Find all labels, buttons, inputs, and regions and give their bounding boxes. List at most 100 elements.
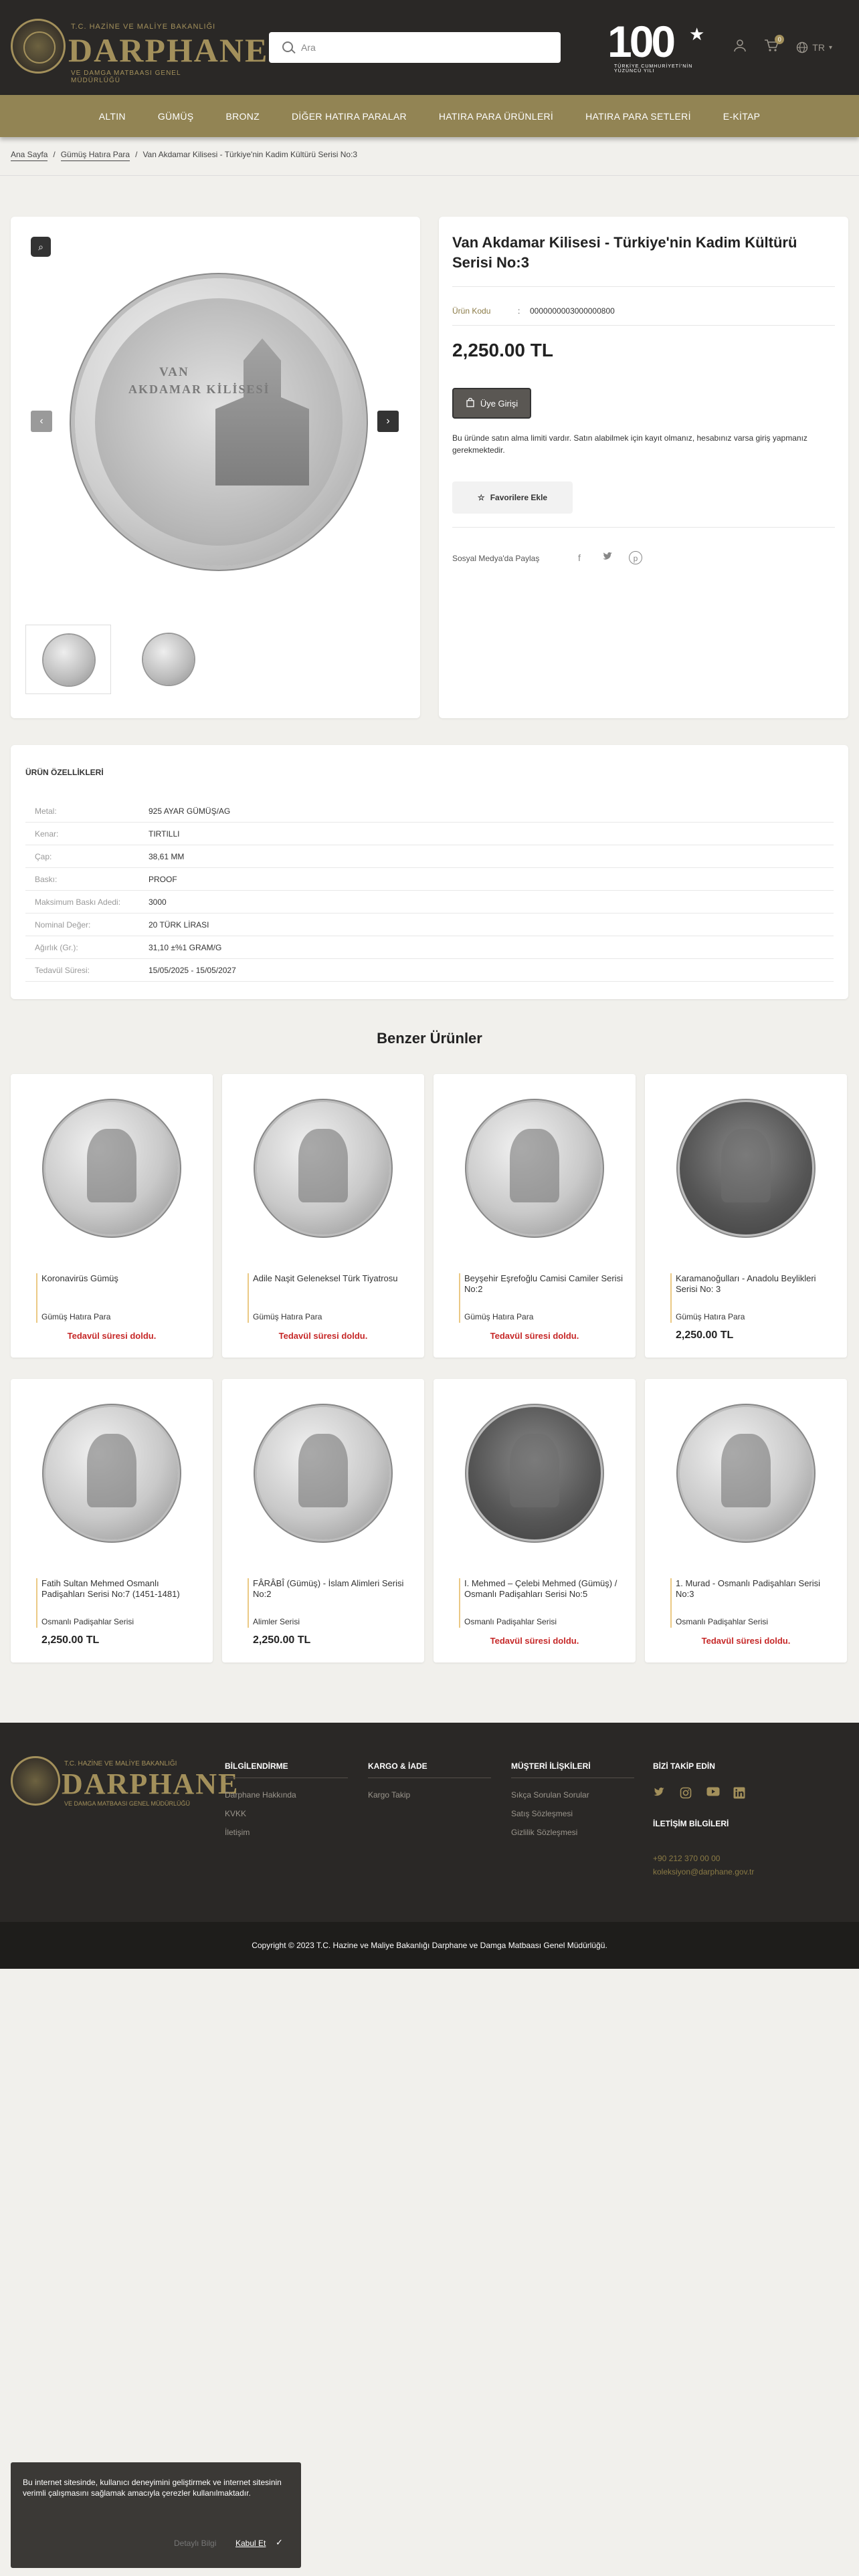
product-card[interactable]: I. Mehmed – Çelebi Mehmed (Gümüş) / Osma… bbox=[434, 1379, 636, 1662]
youtube-icon[interactable] bbox=[706, 1787, 720, 1799]
product-card[interactable]: Beyşehir Eşrefoğlu Camisi Camiler Serisi… bbox=[434, 1074, 636, 1358]
next-image-button[interactable]: › bbox=[377, 411, 399, 432]
product-card-category: Alimler Serisi bbox=[253, 1617, 300, 1626]
nav-item-diger-hatira-paralar[interactable]: DİĞER HATIRA PARALAR bbox=[276, 111, 423, 122]
product-gallery: ⌕ VAN AKDAMAR KİLİSESİ ‹ › bbox=[11, 217, 420, 718]
coin-engraving bbox=[298, 1129, 348, 1202]
product-card-name[interactable]: I. Mehmed – Çelebi Mehmed (Gümüş) / Osma… bbox=[464, 1578, 625, 1600]
prev-image-button[interactable]: ‹ bbox=[31, 411, 52, 432]
product-code-value: 0000000003000000800 bbox=[530, 306, 615, 316]
nav-item-bronz[interactable]: BRONZ bbox=[209, 111, 276, 122]
member-login-label: Üye Girişi bbox=[480, 398, 518, 409]
linkedin-icon[interactable] bbox=[733, 1787, 745, 1799]
product-card[interactable]: Koronavirüs Gümüş Gümüş Hatıra Para Teda… bbox=[11, 1074, 213, 1358]
twitter-icon[interactable] bbox=[601, 551, 614, 564]
footer-link-privacy[interactable]: Gizlilik Sözleşmesi bbox=[511, 1828, 634, 1837]
product-card-name[interactable]: 1. Murad - Osmanlı Padişahları Serisi No… bbox=[676, 1578, 836, 1600]
footer-link-kvkk[interactable]: KVKK bbox=[225, 1809, 348, 1818]
copyright: Copyright © 2023 T.C. Hazine ve Maliye B… bbox=[0, 1922, 859, 1969]
feature-value: 31,10 ±%1 GRAM/G bbox=[149, 942, 222, 952]
product-card[interactable]: Fatih Sultan Mehmed Osmanlı Padişahları … bbox=[11, 1379, 213, 1662]
nav-item-gumus[interactable]: GÜMÜŞ bbox=[142, 111, 210, 122]
footer-logo[interactable]: T.C. HAZİNE VE MALİYE BAKANLIĞI DARPHANE… bbox=[11, 1756, 237, 1810]
accent-bar bbox=[248, 1578, 249, 1628]
contact-phone[interactable]: +90 212 370 00 00 bbox=[653, 1854, 840, 1863]
nav-item-altin[interactable]: ALTIN bbox=[83, 111, 142, 122]
feature-key: Nominal Değer: bbox=[35, 920, 91, 930]
language-selector[interactable]: TR ▾ bbox=[796, 41, 832, 53]
site-header: T.C. HAZİNE VE MALİYE BAKANLIĞI DARPHANE… bbox=[0, 0, 859, 95]
product-card-name[interactable]: Beyşehir Eşrefoğlu Camisi Camiler Serisi… bbox=[464, 1273, 625, 1295]
breadcrumb-home[interactable]: Ana Sayfa bbox=[11, 150, 48, 161]
main-nav: ALTIN GÜMÜŞ BRONZ DİĞER HATIRA PARALAR H… bbox=[0, 95, 859, 137]
feature-key: Çap: bbox=[35, 851, 52, 861]
feature-value: 38,61 MM bbox=[149, 851, 185, 861]
product-card-image[interactable] bbox=[468, 1407, 601, 1539]
thumbnail-2[interactable] bbox=[126, 625, 211, 694]
product-main-image[interactable]: VAN AKDAMAR KİLİSESİ bbox=[75, 278, 363, 566]
product-card-image[interactable] bbox=[680, 1407, 812, 1539]
product-card[interactable]: Adile Naşit Geleneksel Türk Tiyatrosu Gü… bbox=[222, 1074, 424, 1358]
search-input[interactable] bbox=[301, 32, 555, 63]
cookie-accept-button[interactable]: Kabul Et bbox=[235, 2539, 266, 2548]
thumbnail-1[interactable] bbox=[25, 625, 111, 694]
contact-email[interactable]: koleksiyon@darphane.gov.tr bbox=[653, 1867, 840, 1876]
user-icon[interactable] bbox=[733, 39, 747, 56]
add-favorite-button[interactable]: ☆ Favorilere Ekle bbox=[452, 481, 573, 514]
footer-column-title: KARGO & İADE bbox=[368, 1761, 491, 1778]
product-card-name[interactable]: Adile Naşit Geleneksel Türk Tiyatrosu bbox=[253, 1273, 413, 1284]
twitter-icon[interactable] bbox=[653, 1787, 665, 1799]
product-card-image[interactable] bbox=[680, 1102, 812, 1235]
nav-item-hatira-para-setleri[interactable]: HATIRA PARA SETLERİ bbox=[569, 111, 707, 122]
zoom-icon[interactable]: ⌕ bbox=[31, 237, 51, 257]
cart-icon[interactable]: 0 bbox=[764, 35, 785, 56]
product-card-name[interactable]: FÂRÂBÎ (Gümüş) - İslam Alimleri Serisi N… bbox=[253, 1578, 413, 1600]
thumbnail-image bbox=[143, 634, 194, 685]
product-card-image[interactable] bbox=[45, 1102, 178, 1235]
coin-engraving bbox=[298, 1434, 348, 1507]
footer-link-faq[interactable]: Sıkça Sorulan Sorular bbox=[511, 1790, 634, 1800]
centennial-logo: 100 ★ TÜRKİYE CUMHURİYETİ'NİN YÜZÜNCÜ YI… bbox=[605, 16, 712, 74]
product-card-image[interactable] bbox=[257, 1102, 389, 1235]
member-login-button[interactable]: Üye Girişi bbox=[452, 388, 531, 419]
product-card-name[interactable]: Koronavirüs Gümüş bbox=[41, 1273, 202, 1284]
product-card[interactable]: FÂRÂBÎ (Gümüş) - İslam Alimleri Serisi N… bbox=[222, 1379, 424, 1662]
coin-engraving bbox=[510, 1434, 559, 1507]
facebook-icon[interactable]: f bbox=[573, 551, 586, 564]
pinterest-icon[interactable]: p bbox=[629, 551, 642, 564]
product-code-label: Ürün Kodu bbox=[452, 306, 491, 316]
product-card-image[interactable] bbox=[257, 1407, 389, 1539]
cookie-details-link[interactable]: Detaylı Bilgi bbox=[174, 2539, 216, 2548]
product-card-category: Gümüş Hatıra Para bbox=[464, 1312, 534, 1321]
feature-row: Maksimum Baskı Adedi: 3000 bbox=[25, 891, 834, 914]
feature-key: Maksimum Baskı Adedi: bbox=[35, 897, 121, 907]
nav-item-hatira-para-urunleri[interactable]: HATIRA PARA ÜRÜNLERİ bbox=[423, 111, 569, 122]
product-card-category: Gümüş Hatıra Para bbox=[41, 1312, 111, 1321]
footer-social: BİZİ TAKİP EDİN İLETİŞİM BİLGİLERİ +90 2… bbox=[653, 1761, 840, 1881]
instagram-icon[interactable] bbox=[680, 1787, 692, 1799]
product-card[interactable]: 1. Murad - Osmanlı Padişahları Serisi No… bbox=[645, 1379, 847, 1662]
footer-column-title: BİLGİLENDİRME bbox=[225, 1761, 348, 1778]
footer-link-about[interactable]: Darphane Hakkında bbox=[225, 1790, 348, 1800]
divider bbox=[0, 175, 859, 176]
expired-status: Tedavül süresi doldu. bbox=[490, 1636, 579, 1646]
product-card[interactable]: Karamanoğulları - Anadolu Beylikleri Ser… bbox=[645, 1074, 847, 1358]
footer-link-sales-agreement[interactable]: Satış Sözleşmesi bbox=[511, 1809, 634, 1818]
breadcrumb-category[interactable]: Gümüş Hatıra Para bbox=[60, 150, 130, 161]
product-card-image[interactable] bbox=[468, 1102, 601, 1235]
product-card-name[interactable]: Karamanoğulları - Anadolu Beylikleri Ser… bbox=[676, 1273, 836, 1295]
feature-row: Metal: 925 AYAR GÜMÜŞ/AG bbox=[25, 800, 834, 823]
product-card-price: 2,250.00 TL bbox=[676, 1329, 734, 1341]
feature-value: 925 AYAR GÜMÜŞ/AG bbox=[149, 806, 231, 816]
features-title: ÜRÜN ÖZELLİKLERİ bbox=[25, 768, 104, 777]
footer-link-tracking[interactable]: Kargo Takip bbox=[368, 1790, 491, 1800]
product-card-image[interactable] bbox=[45, 1407, 178, 1539]
divider bbox=[452, 286, 835, 287]
cookie-text: Bu internet sitesinde, kullanıcı deneyim… bbox=[23, 2478, 282, 2498]
darphane-logo[interactable]: T.C. HAZİNE VE MALİYE BAKANLIĞI DARPHANE… bbox=[11, 16, 267, 84]
footer-link-contact[interactable]: İletişim bbox=[225, 1828, 348, 1837]
purchase-limit-note: Bu üründe satın alma limiti vardır. Satı… bbox=[452, 433, 807, 455]
chevron-down-icon: ▾ bbox=[828, 43, 832, 51]
product-card-name[interactable]: Fatih Sultan Mehmed Osmanlı Padişahları … bbox=[41, 1578, 202, 1600]
nav-item-e-kitap[interactable]: E-KİTAP bbox=[707, 111, 777, 122]
